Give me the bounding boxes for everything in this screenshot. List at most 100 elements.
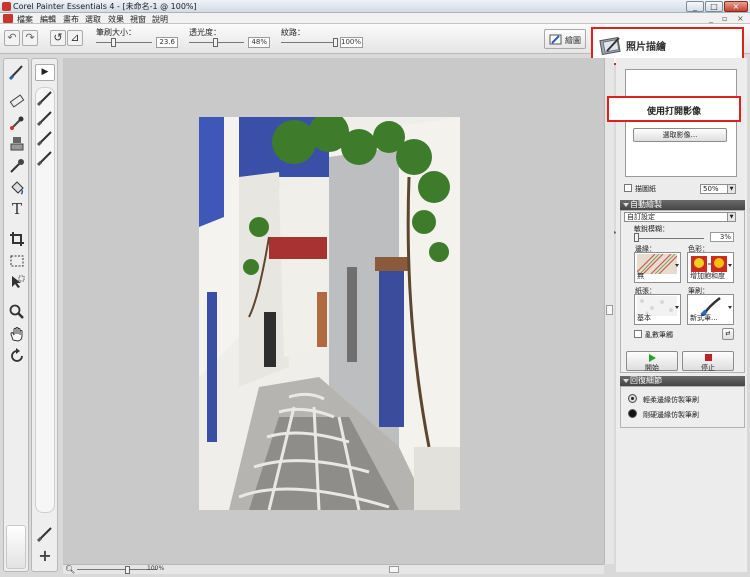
stop-button-label: 停止 — [701, 364, 715, 372]
chevron-down-icon — [675, 264, 679, 267]
brush-variant-2-icon[interactable] — [36, 109, 54, 127]
close-button[interactable]: × — [724, 1, 748, 12]
use-open-image-button-label: 使用打開影像 — [646, 107, 701, 117]
horizontal-scroll-thumb[interactable] — [389, 566, 399, 573]
vertical-scroll-thumb[interactable] — [606, 305, 613, 315]
layer-adjuster-icon[interactable] — [8, 273, 26, 291]
smoothing-value: 無 — [637, 272, 644, 280]
restore-detail-header[interactable]: 回復細節 — [620, 376, 745, 386]
sensitivity-label: 敏銳模糊： — [634, 225, 669, 233]
chevron-down-icon — [728, 264, 732, 267]
magnifier-icon[interactable] — [8, 303, 26, 321]
color-value: 增加飽和度 — [690, 272, 725, 280]
source-image-preview — [625, 69, 737, 177]
doc-restore-button[interactable]: ▫ — [722, 14, 727, 23]
eyedropper-icon[interactable] — [8, 157, 26, 175]
document-icon — [3, 14, 13, 23]
redo-icon[interactable]: ↷ — [22, 30, 38, 46]
brush-size-slider-knob[interactable] — [110, 38, 116, 47]
random-brush-label: 亂數筆觸 — [645, 331, 673, 339]
brush-tool-icon[interactable] — [8, 63, 26, 81]
auto-painting-title: 自動繪製 — [630, 200, 662, 209]
sensitivity-slider-knob[interactable] — [634, 233, 640, 242]
add-brush-icon[interactable]: + — [36, 547, 54, 565]
freehand-stroke-icon[interactable]: ↺ — [50, 30, 66, 46]
brush-variant-3-icon[interactable] — [36, 129, 54, 147]
maximize-button[interactable]: □ — [705, 1, 723, 12]
sensitivity-slider[interactable] — [634, 238, 704, 239]
shuffle-icon[interactable]: ⇄ — [722, 328, 734, 340]
grain-slider[interactable] — [281, 42, 335, 43]
rectangle-select-icon[interactable] — [8, 252, 26, 270]
chevron-down-icon: ▼ — [727, 185, 735, 193]
tracing-paper-checkbox[interactable] — [624, 184, 632, 192]
menu-bar: 檔案 編輯 畫布 選取 效果 視窗 說明 _ ▫ × — [0, 13, 750, 24]
paper-value: 基本 — [637, 314, 651, 322]
minimize-button[interactable]: _ — [686, 1, 704, 12]
zoom-out-icon[interactable]: 🔍︎ — [65, 566, 75, 574]
use-open-image-button[interactable]: 使用打開影像 — [607, 96, 741, 122]
sensitivity-value[interactable]: 3% — [710, 232, 734, 242]
expand-arrow-icon[interactable]: ▶ — [35, 64, 55, 81]
undo-icon[interactable]: ↶ — [4, 30, 20, 46]
chevron-down-icon: ▼ — [727, 213, 735, 221]
paper-selector[interactable]: 基本 — [634, 294, 681, 325]
title-bar: Corel Painter Essentials 4 - [未命名-1 @ 10… — [0, 0, 750, 13]
photo-painting-icon — [599, 36, 621, 55]
chevron-down-icon — [675, 306, 679, 309]
brush-variant-4-icon[interactable] — [36, 149, 54, 167]
doc-minimize-button[interactable]: _ — [709, 14, 713, 23]
color-well-icon[interactable] — [6, 525, 26, 569]
window-title: Corel Painter Essentials 4 - [未命名-1 @ 10… — [13, 2, 197, 11]
toolbox: T — [3, 58, 29, 572]
start-button[interactable]: 開始 — [626, 351, 678, 372]
play-icon — [649, 354, 656, 362]
restore-detail-title: 回復細節 — [630, 376, 662, 385]
doc-close-button[interactable]: × — [737, 14, 744, 23]
auto-painting-header[interactable]: 自動繪製 — [620, 200, 745, 210]
grain-slider-knob[interactable] — [333, 38, 338, 47]
zoom-readout: 100% — [147, 565, 165, 572]
preset-dropdown[interactable]: 自訂設定 ▼ — [624, 212, 736, 222]
brush-size-label: 筆刷大小： — [96, 28, 136, 37]
soft-edge-cloner-radio[interactable] — [628, 394, 637, 403]
random-brush-checkbox[interactable] — [634, 330, 642, 338]
crop-tool-icon[interactable] — [8, 230, 26, 248]
rotate-page-icon[interactable] — [8, 347, 26, 365]
text-tool-icon[interactable]: T — [8, 200, 26, 218]
grabber-hand-icon[interactable] — [8, 325, 26, 343]
color-selector[interactable]: 增加飽和度 — [687, 252, 734, 283]
brush-size-slider[interactable] — [96, 42, 152, 43]
brush-current-icon[interactable] — [36, 525, 54, 543]
dropper-tool-icon[interactable] — [8, 114, 26, 132]
vertical-scrollbar[interactable] — [604, 58, 614, 564]
start-button-label: 開始 — [645, 364, 659, 372]
tab-paint-label: 繪圖 — [565, 36, 581, 45]
stop-button[interactable]: 停止 — [682, 351, 734, 372]
select-image-button[interactable]: 選取影像... — [633, 128, 727, 142]
brush-variant-1-icon[interactable] — [36, 89, 54, 107]
tracing-paper-opacity[interactable]: 50% ▼ — [700, 184, 736, 194]
zoom-slider[interactable] — [77, 569, 157, 570]
straight-line-stroke-icon[interactable]: ⊿ — [67, 30, 83, 46]
brush-size-value[interactable]: 23.6 — [156, 37, 178, 48]
grain-value[interactable]: 100% — [340, 37, 363, 48]
cloner-tool-icon[interactable] — [8, 135, 26, 153]
restore-detail-section — [620, 386, 745, 428]
tab-paint[interactable]: 繪圖 — [544, 29, 586, 49]
opacity-value[interactable]: 48% — [248, 37, 270, 48]
zoom-slider-knob[interactable] — [125, 566, 130, 574]
smoothing-selector[interactable]: 無 — [634, 252, 681, 283]
tracing-paper-opacity-value: 50% — [703, 185, 719, 193]
hard-edge-cloner-radio[interactable] — [628, 409, 637, 418]
tab-photo-painting-label: 照片描繪 — [626, 42, 666, 53]
paint-mode-icon — [549, 34, 562, 45]
horizontal-scrollbar[interactable]: 🔍︎ — [63, 564, 604, 574]
grain-label: 紋路： — [281, 28, 305, 37]
paint-bucket-icon[interactable] — [8, 179, 26, 197]
opacity-slider-knob[interactable] — [213, 38, 219, 47]
collapse-triangle-icon — [623, 203, 629, 207]
brush-selector-button[interactable]: 新式筆... — [687, 294, 734, 325]
canvas-photo[interactable] — [199, 117, 460, 510]
eraser-tool-icon[interactable] — [8, 92, 26, 110]
